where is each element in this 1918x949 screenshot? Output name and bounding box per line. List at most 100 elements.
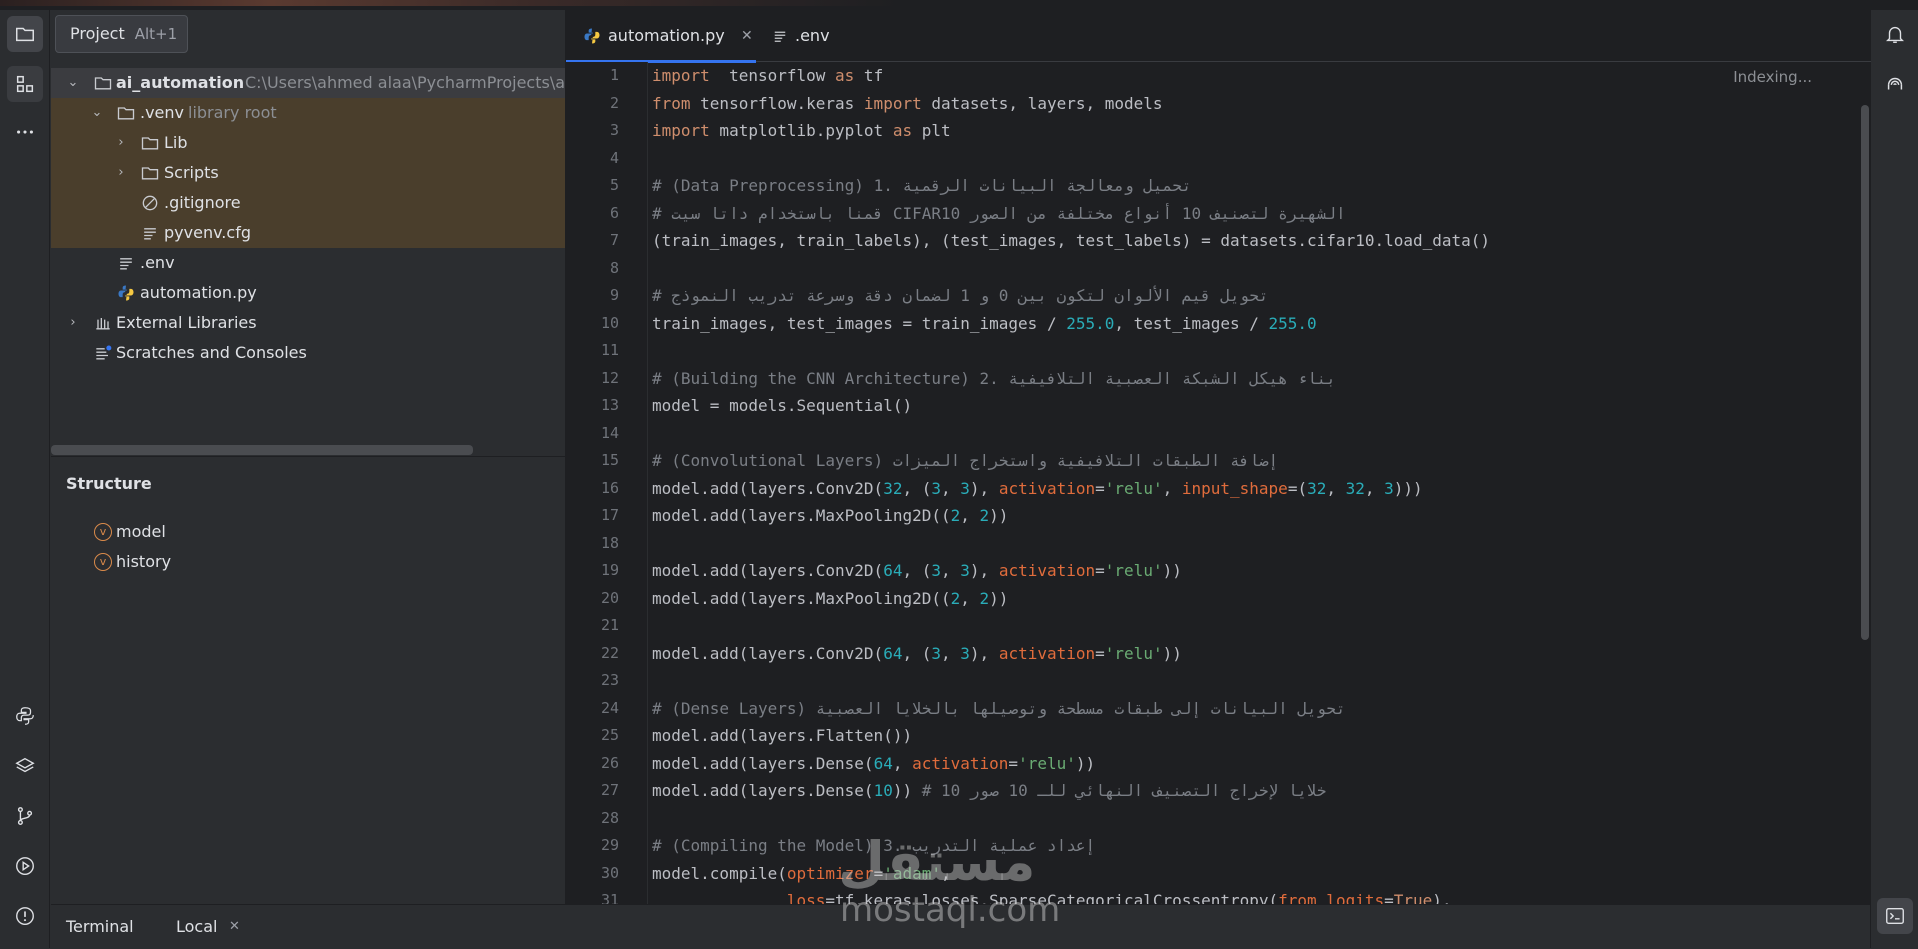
tree-item-env[interactable]: .env	[51, 248, 565, 278]
structure-icon	[16, 75, 34, 93]
tree-item-lib[interactable]: › Lib	[51, 128, 565, 158]
terminal-side-button[interactable]	[1877, 898, 1913, 934]
code-line: # (Building the CNN Architecture) بناء ه…	[652, 365, 1336, 392]
chevron-down-icon[interactable]: ⌄	[89, 98, 105, 128]
code-token: ,	[960, 506, 980, 525]
library-icon	[96, 318, 110, 330]
tree-item-scripts[interactable]: › Scripts	[51, 158, 565, 188]
terminal-tab[interactable]: Terminal	[66, 905, 134, 949]
code-line: train_images, test_images = train_images…	[652, 310, 1317, 337]
code-token: ,	[941, 478, 961, 498]
code-token: 'relu'	[1104, 643, 1163, 663]
more-tools-button[interactable]	[7, 114, 43, 150]
folder-icon	[16, 27, 34, 42]
code-token: model.add(layers.Dense(	[652, 753, 874, 773]
code-token: import	[652, 66, 710, 85]
close-icon[interactable]: ✕	[741, 10, 753, 62]
tree-item-pyvenv[interactable]: pyvenv.cfg	[51, 218, 565, 248]
code-token: =	[1095, 478, 1105, 498]
code-line: # (Compiling the Model) إعداد عملية التد…	[652, 832, 1095, 859]
code-token: ))	[892, 781, 922, 800]
chevron-down-icon[interactable]: ⌄	[65, 68, 81, 98]
tree-item-external-libraries[interactable]: › External Libraries	[51, 308, 565, 338]
structure-tool-button[interactable]	[7, 66, 43, 102]
project-tool-button[interactable]	[7, 16, 43, 52]
tab-automation-py[interactable]: automation.py ✕	[566, 10, 756, 63]
local-tab[interactable]: Local	[176, 905, 217, 949]
tree-item-automation[interactable]: automation.py	[51, 278, 565, 308]
code-line: from tensorflow.keras import datasets, l…	[652, 90, 1163, 117]
code-token: ),	[969, 478, 999, 498]
code-token: (train_images, train_labels), (test_imag…	[652, 231, 1491, 250]
chevron-right-icon[interactable]: ›	[113, 158, 129, 188]
editor-vertical-scrollbar[interactable]	[1861, 105, 1869, 640]
tree-item-ai-automation[interactable]: ⌄ ai_automation C:\Users\ahmed alaa\Pych…	[51, 68, 565, 98]
code-token: model.add(layers.Conv2D(	[652, 643, 884, 663]
bottom-tool-window: Terminal Local ✕	[51, 904, 1870, 948]
notifications-button[interactable]	[1877, 16, 1913, 52]
code-token: activation	[998, 561, 1096, 580]
code-token: model = models.Sequential()	[652, 396, 913, 415]
line-number: 7	[609, 231, 619, 249]
tree-item-venv[interactable]: ⌄ .venv library root	[51, 98, 565, 128]
code-token: )))	[1393, 478, 1423, 498]
python-console-button[interactable]	[7, 698, 43, 734]
ai-assistant-button[interactable]	[1877, 66, 1913, 102]
code-token: ,	[1326, 478, 1346, 498]
code-token: optimizer	[786, 863, 874, 883]
text-file-icon	[120, 258, 132, 270]
code-token: 32	[1345, 478, 1365, 498]
bell-icon	[1886, 26, 1904, 43]
code-token: ,	[960, 588, 980, 608]
code-line: # (Dense Layers) تحويل البيانات إلى طبقا…	[652, 695, 1346, 722]
close-icon[interactable]: ✕	[229, 905, 240, 949]
variable-icon: v	[94, 523, 112, 541]
line-number: 22	[600, 643, 619, 662]
structure-item-history[interactable]: history	[116, 550, 171, 574]
layers-tool-button[interactable]	[7, 748, 43, 784]
tooltip-label: Project	[70, 24, 125, 43]
python-icon	[16, 707, 34, 725]
code-line: model.add(layers.MaxPooling2D((2, 2))	[652, 585, 1008, 612]
chevron-right-icon[interactable]: ›	[65, 308, 81, 338]
code-content[interactable]: import tensorflow as tf from tensorflow.k…	[652, 62, 1802, 904]
top-strip	[0, 0, 1918, 10]
code-token: model.add(layers.Conv2D(	[652, 561, 884, 580]
code-line: model.add(layers.MaxPooling2D((2, 2))	[652, 502, 1008, 529]
code-token: 3	[960, 478, 970, 498]
line-number: 19	[600, 561, 619, 579]
code-token: 255.0	[1268, 313, 1317, 333]
line-number: 5	[609, 176, 619, 194]
run-tool-button[interactable]	[7, 848, 43, 884]
code-token: =	[1095, 561, 1105, 580]
root-name: ai_automation	[116, 73, 245, 92]
code-token: datasets, layers, models	[921, 93, 1163, 113]
code-line: import tensorflow as tf	[652, 62, 883, 89]
structure-item-model[interactable]: model	[116, 520, 166, 544]
chevron-right-icon[interactable]: ›	[113, 128, 129, 158]
tab-env[interactable]: .env	[771, 10, 871, 62]
code-token: 10	[873, 781, 893, 800]
code-token: =tf.keras.losses.SparseCategoricalCrosse…	[825, 891, 1279, 904]
code-token: # (Dense Layers) تحويل البيانات إلى طبقا…	[652, 698, 1346, 718]
line-number: 3	[609, 121, 619, 139]
code-line: model.add(layers.Conv2D(32, (3, 3), acti…	[652, 475, 1423, 502]
tree-item-scratches[interactable]: Scratches and Consoles	[51, 338, 565, 368]
code-token: 'relu'	[1104, 478, 1163, 498]
problems-tool-button[interactable]	[7, 898, 43, 934]
gitignore-label: .gitignore	[164, 193, 241, 212]
code-token: , (	[902, 478, 932, 498]
code-token: ))	[1162, 643, 1182, 663]
line-number: 14	[600, 423, 619, 442]
code-token: ))	[989, 506, 1009, 525]
project-horizontal-scrollbar[interactable]	[51, 445, 473, 455]
project-tooltip: Project Alt+1	[55, 15, 188, 53]
line-number: 29	[600, 836, 619, 854]
code-token: ))	[1162, 561, 1182, 580]
git-tool-button[interactable]	[7, 798, 43, 834]
tree-item-gitignore[interactable]: .gitignore	[51, 188, 565, 218]
code-token: ),	[1432, 891, 1452, 904]
code-token: tensorflow.keras	[690, 93, 864, 113]
code-line: model.compile(optimizer='adam',	[652, 860, 951, 887]
code-token: ))	[1075, 753, 1096, 773]
